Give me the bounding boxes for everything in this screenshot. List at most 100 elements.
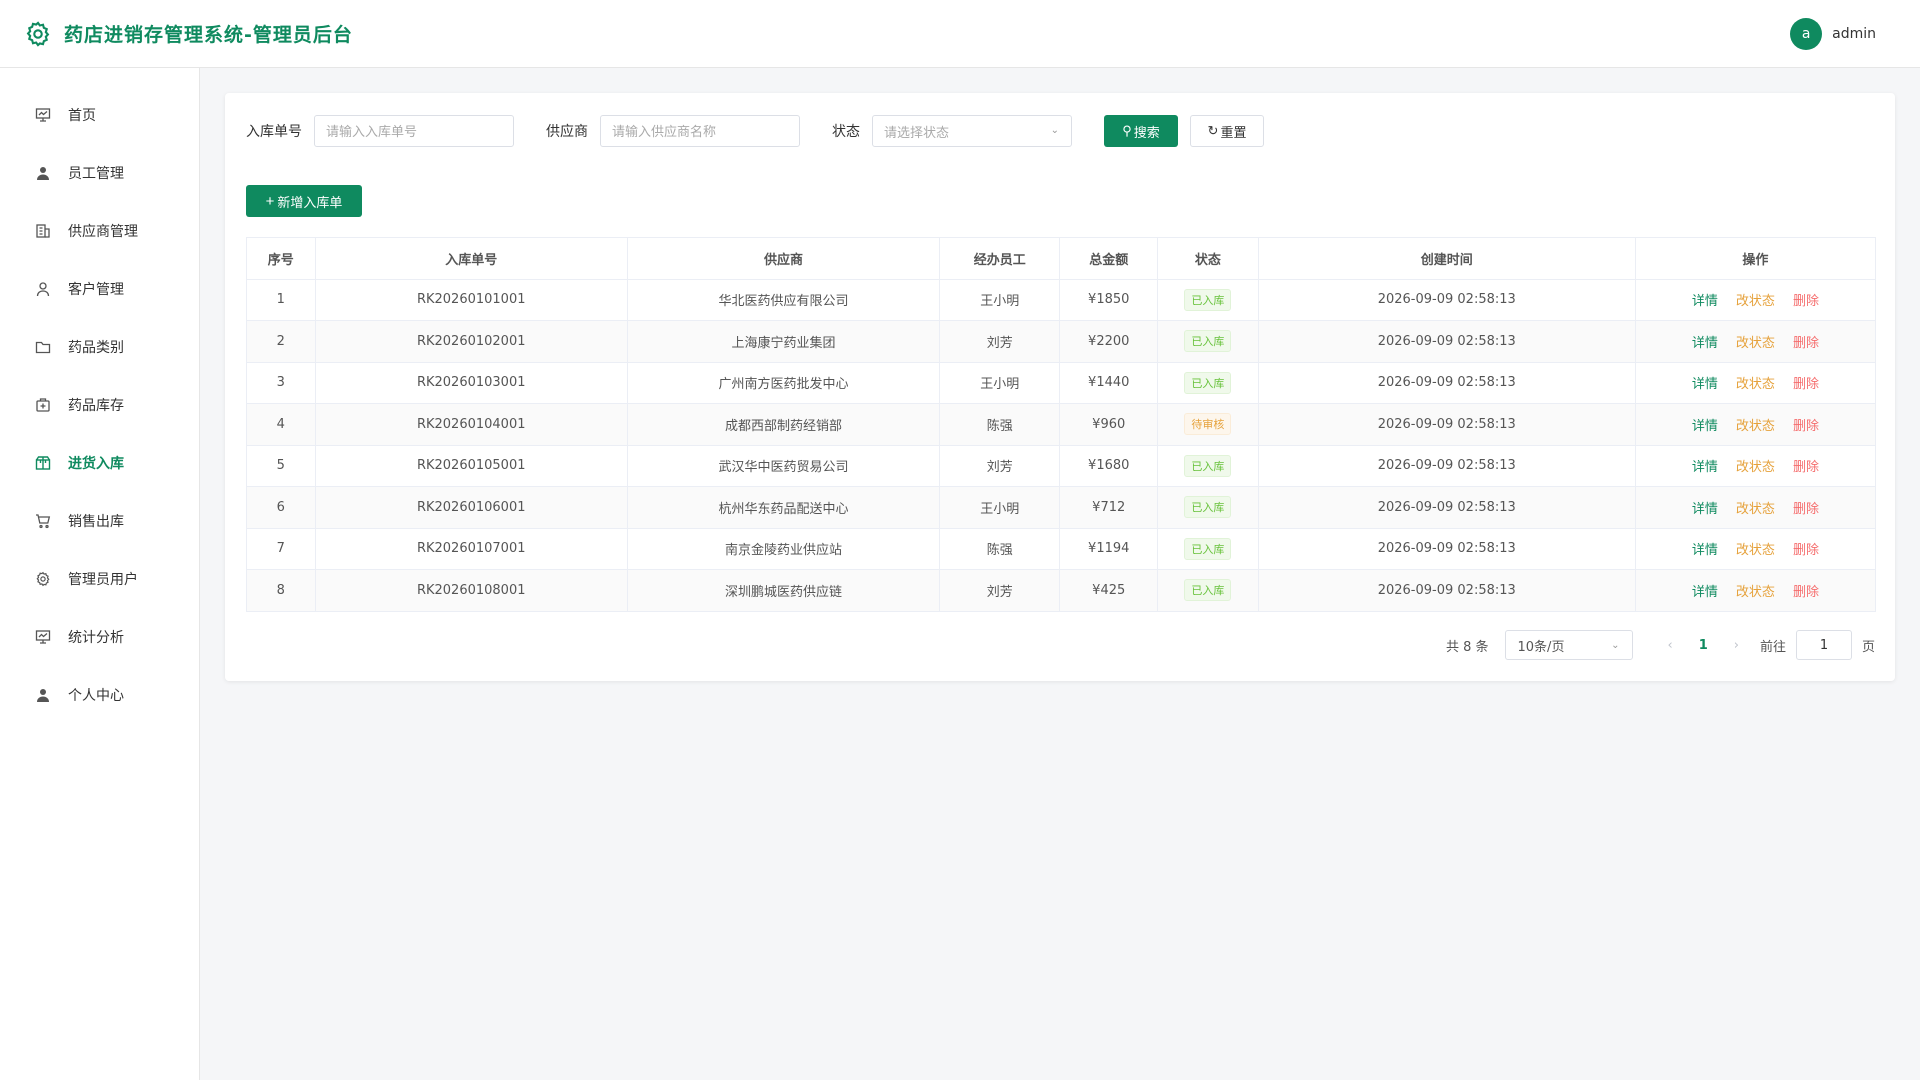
cell-no: RK20260103001 bbox=[314, 361, 628, 404]
sidebar-item-3[interactable]: 客户管理 bbox=[0, 260, 199, 318]
detail-link[interactable]: 详情 bbox=[1692, 502, 1718, 517]
delete-link[interactable]: 删除 bbox=[1793, 377, 1819, 392]
sidebar-item-label: 个人中心 bbox=[68, 688, 124, 704]
change-status-link[interactable]: 改状态 bbox=[1736, 543, 1775, 558]
change-status-link[interactable]: 改状态 bbox=[1736, 419, 1775, 434]
search-icon: ⚲ bbox=[1122, 123, 1132, 138]
cell-idx: 6 bbox=[246, 486, 316, 529]
cell-idx: 3 bbox=[246, 361, 316, 404]
sidebar-item-label: 管理员用户 bbox=[68, 572, 138, 588]
chart-icon bbox=[34, 628, 52, 646]
page-number[interactable]: 1 bbox=[1699, 638, 1708, 653]
sidebar-item-6[interactable]: 进货入库 bbox=[0, 434, 199, 492]
supplier-input[interactable] bbox=[600, 115, 800, 147]
sidebar-item-2[interactable]: 供应商管理 bbox=[0, 202, 199, 260]
cell-actions: 详情 改状态 删除 bbox=[1634, 527, 1877, 570]
add-inbound-label: 新增入库单 bbox=[277, 194, 343, 210]
detail-link[interactable]: 详情 bbox=[1692, 419, 1718, 434]
dashboard-icon bbox=[34, 106, 52, 124]
page-size-select[interactable]: 10条/页 ⌄ bbox=[1504, 630, 1633, 660]
add-inbound-button[interactable]: + 新增入库单 bbox=[246, 185, 362, 217]
change-status-link[interactable]: 改状态 bbox=[1736, 294, 1775, 309]
sidebar-item-label: 进货入库 bbox=[68, 456, 124, 472]
change-status-link[interactable]: 改状态 bbox=[1736, 460, 1775, 475]
order-no-input[interactable] bbox=[314, 115, 514, 147]
detail-link[interactable]: 详情 bbox=[1692, 336, 1718, 351]
detail-link[interactable]: 详情 bbox=[1692, 460, 1718, 475]
cell-actions: 详情 改状态 删除 bbox=[1634, 278, 1877, 321]
change-status-link[interactable]: 改状态 bbox=[1736, 336, 1775, 351]
change-status-link[interactable]: 改状态 bbox=[1736, 585, 1775, 600]
delete-link[interactable]: 删除 bbox=[1793, 336, 1819, 351]
column-header: 入库单号 bbox=[314, 237, 628, 280]
cell-no: RK20260101001 bbox=[314, 278, 628, 321]
cell-time: 2026-09-09 02:58:13 bbox=[1257, 486, 1636, 529]
prev-page-icon[interactable]: ‹ bbox=[1668, 638, 1673, 653]
cell-actions: 详情 改状态 删除 bbox=[1634, 486, 1877, 529]
change-status-link[interactable]: 改状态 bbox=[1736, 502, 1775, 517]
cell-staff: 王小明 bbox=[939, 361, 1061, 404]
detail-link[interactable]: 详情 bbox=[1692, 377, 1718, 392]
sidebar-item-8[interactable]: 管理员用户 bbox=[0, 550, 199, 608]
sidebar-item-9[interactable]: 统计分析 bbox=[0, 608, 199, 666]
sidebar-item-4[interactable]: 药品类别 bbox=[0, 318, 199, 376]
cell-amount: ¥1850 bbox=[1059, 278, 1159, 321]
cell-staff: 刘芳 bbox=[939, 569, 1061, 612]
sidebar-item-7[interactable]: 销售出库 bbox=[0, 492, 199, 550]
cell-staff: 王小明 bbox=[939, 278, 1061, 321]
sidebar-item-5[interactable]: 药品库存 bbox=[0, 376, 199, 434]
detail-link[interactable]: 详情 bbox=[1692, 543, 1718, 558]
table-row: 3 RK20260103001 广州南方医药批发中心 王小明 ¥1440 已入库 2026-… bbox=[246, 361, 1877, 404]
change-status-link[interactable]: 改状态 bbox=[1736, 377, 1775, 392]
sidebar-item-1[interactable]: 员工管理 bbox=[0, 144, 199, 202]
cell-time: 2026-09-09 02:58:13 bbox=[1257, 444, 1636, 487]
status-badge: 已入库 bbox=[1184, 371, 1232, 394]
cell-actions: 详情 改状态 删除 bbox=[1634, 361, 1877, 404]
column-header: 操作 bbox=[1634, 237, 1877, 280]
cell-staff: 刘芳 bbox=[939, 444, 1061, 487]
chevron-down-icon: ⌄ bbox=[1050, 125, 1059, 136]
table-row: 5 RK20260105001 武汉华中医药贸易公司 刘芳 ¥1680 已入库 2026-0… bbox=[246, 444, 1877, 487]
status-badge: 已入库 bbox=[1184, 496, 1232, 519]
cell-actions: 详情 改状态 删除 bbox=[1634, 320, 1877, 363]
sidebar-item-10[interactable]: 个人中心 bbox=[0, 666, 199, 724]
top-header: 药店进销存管理系统-管理员后台 a admin bbox=[0, 0, 1920, 68]
goto-page-input[interactable]: 1 bbox=[1795, 630, 1852, 660]
user-menu[interactable]: a admin bbox=[1790, 17, 1876, 50]
cell-staff: 陈强 bbox=[939, 527, 1061, 570]
username[interactable]: admin bbox=[1832, 26, 1876, 42]
detail-link[interactable]: 详情 bbox=[1692, 585, 1718, 600]
cell-no: RK20260108001 bbox=[314, 569, 628, 612]
status-badge: 已入库 bbox=[1184, 288, 1232, 311]
cell-time: 2026-09-09 02:58:13 bbox=[1257, 320, 1636, 363]
delete-link[interactable]: 删除 bbox=[1793, 294, 1819, 309]
cell-status: 待审核 bbox=[1157, 403, 1259, 446]
cell-amount: ¥1680 bbox=[1059, 444, 1159, 487]
gear-icon bbox=[34, 570, 52, 588]
folder-icon bbox=[34, 338, 52, 356]
delete-link[interactable]: 删除 bbox=[1793, 543, 1819, 558]
cell-amount: ¥2200 bbox=[1059, 320, 1159, 363]
search-button[interactable]: ⚲ 搜索 bbox=[1104, 115, 1178, 147]
sidebar-item-0[interactable]: 首页 bbox=[0, 86, 199, 144]
sidebar-item-label: 药品库存 bbox=[68, 398, 124, 414]
next-page-icon[interactable]: › bbox=[1734, 638, 1739, 653]
delete-link[interactable]: 删除 bbox=[1793, 419, 1819, 434]
sidebar-item-label: 客户管理 bbox=[68, 282, 124, 298]
cell-status: 已入库 bbox=[1157, 569, 1259, 612]
sidebar-item-label: 统计分析 bbox=[68, 630, 124, 646]
delete-link[interactable]: 删除 bbox=[1793, 585, 1819, 600]
column-header: 总金额 bbox=[1059, 237, 1159, 280]
user-icon bbox=[34, 164, 52, 182]
avatar[interactable]: a bbox=[1790, 17, 1823, 50]
status-badge: 已入库 bbox=[1184, 454, 1232, 477]
detail-link[interactable]: 详情 bbox=[1692, 294, 1718, 309]
cell-time: 2026-09-09 02:58:13 bbox=[1257, 361, 1636, 404]
column-header: 经办员工 bbox=[939, 237, 1061, 280]
delete-link[interactable]: 删除 bbox=[1793, 460, 1819, 475]
status-label: 状态 bbox=[832, 124, 860, 140]
reset-button[interactable]: ↻ 重置 bbox=[1190, 115, 1264, 147]
status-select[interactable]: 请选择状态 ⌄ bbox=[872, 115, 1072, 147]
pagination: 共 8 条 10条/页 ⌄ ‹ 1 › 前往 1 页 bbox=[1446, 630, 1875, 660]
delete-link[interactable]: 删除 bbox=[1793, 502, 1819, 517]
